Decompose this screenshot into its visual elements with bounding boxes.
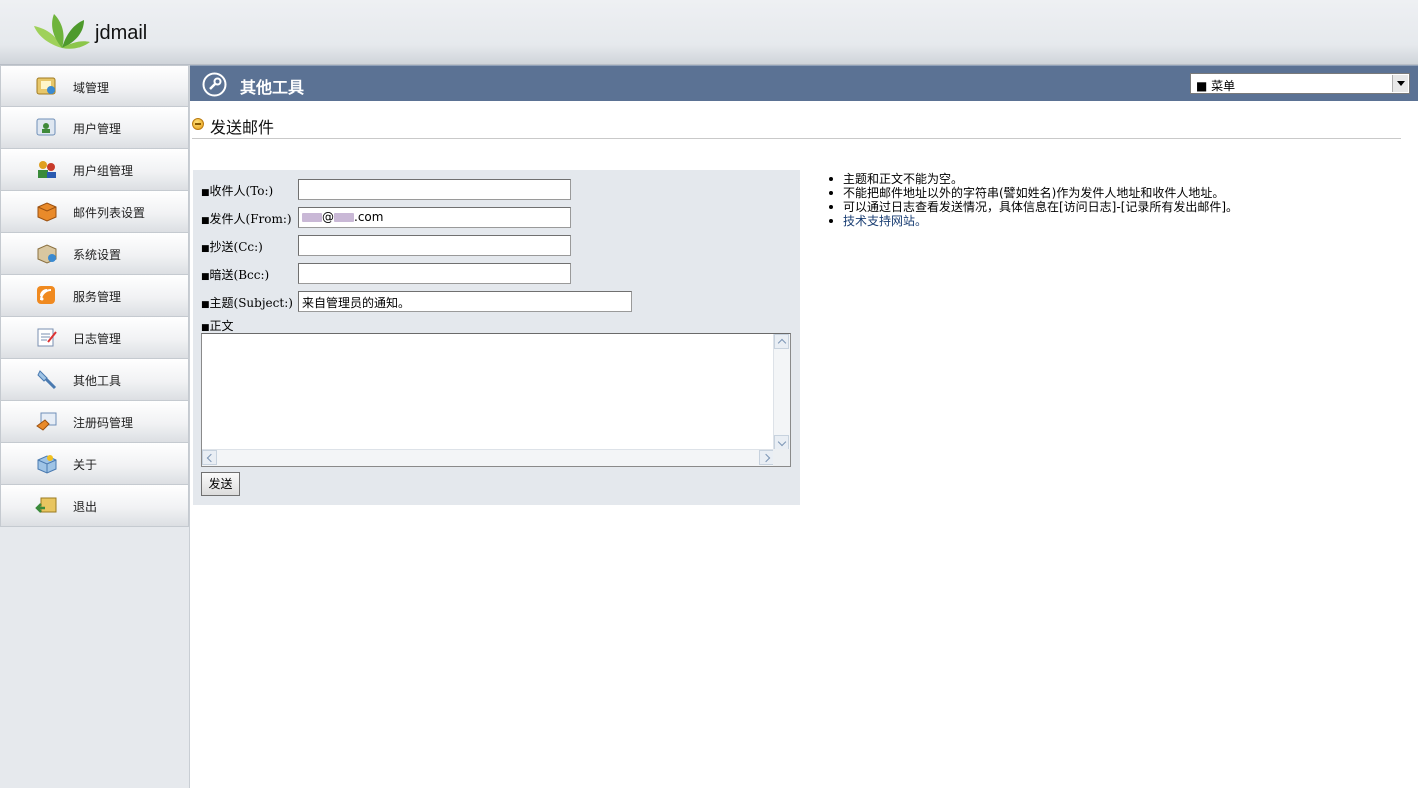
list-item: 主题和正文不能为空。 — [829, 172, 1253, 186]
page-title: 其他工具 — [240, 78, 305, 97]
sidebar-item-log[interactable]: 日志管理 — [0, 317, 189, 359]
cc-label: ■抄送(Cc:) — [201, 240, 263, 254]
body-label: ■正文 — [201, 319, 234, 333]
leaf-logo-icon — [34, 14, 90, 49]
sidebar: 域管理 用户管理 用户组管理 邮件列表设置 系统设置 服务管理 日志管理 其他工… — [0, 65, 190, 788]
scroll-down-icon[interactable] — [774, 435, 789, 450]
sidebar-item-users[interactable]: 用户管理 — [0, 107, 189, 149]
tools-icon — [37, 370, 57, 390]
to-label: ■收件人(To:) — [201, 184, 274, 198]
sidebar-item-domain[interactable]: 域管理 — [0, 65, 189, 107]
sidebar-item-about[interactable]: 关于 — [0, 443, 189, 485]
bcc-input[interactable] — [298, 263, 571, 284]
app-header: jdmail — [0, 0, 1418, 65]
vertical-scrollbar[interactable] — [773, 334, 790, 450]
list-item: 不能把邮件地址以外的字符串(譬如姓名)作为发件人地址和收件人地址。 — [829, 186, 1253, 200]
wrench-icon — [202, 72, 227, 97]
service-icon — [37, 286, 55, 304]
menu-select[interactable]: ■ 菜单 — [1190, 73, 1410, 94]
logout-icon — [35, 497, 57, 513]
scroll-up-icon[interactable] — [774, 334, 789, 349]
sidebar-item-mailing-list[interactable]: 邮件列表设置 — [0, 191, 189, 233]
from-input[interactable]: @ .com — [298, 207, 571, 228]
users-icon — [36, 118, 56, 136]
sidebar-item-license[interactable]: 注册码管理 — [0, 401, 189, 443]
content-titlebar: 其他工具 ■ 菜单 — [190, 65, 1418, 101]
cc-input[interactable] — [298, 235, 571, 256]
log-icon — [37, 328, 57, 347]
logo-text: jdmail — [95, 22, 148, 44]
sidebar-item-user-group[interactable]: 用户组管理 — [0, 149, 189, 191]
scroll-right-icon[interactable] — [759, 450, 774, 465]
subject-input[interactable]: 来自管理员的通知。 — [298, 291, 632, 312]
scroll-corner — [773, 449, 790, 466]
notes-list: 主题和正文不能为空。 不能把邮件地址以外的字符串(譬如姓名)作为发件人地址和收件… — [829, 172, 1253, 228]
support-site-link[interactable]: 技术支持网站。 — [843, 214, 927, 228]
horizontal-scrollbar[interactable] — [202, 449, 774, 466]
system-settings-icon — [37, 244, 57, 264]
license-icon — [36, 412, 57, 431]
redacted-text — [302, 213, 322, 222]
bcc-label: ■暗送(Bcc:) — [201, 268, 270, 282]
mailing-list-icon — [37, 202, 57, 222]
send-button[interactable]: 发送 — [201, 472, 240, 496]
to-input[interactable] — [298, 179, 571, 200]
redacted-text — [334, 213, 354, 222]
send-mail-form: ■收件人(To:) ■发件人(From:) @ .com ■抄送(Cc:) ■暗送… — [193, 170, 800, 505]
from-label: ■发件人(From:) — [201, 212, 292, 226]
sidebar-item-logout[interactable]: 退出 — [0, 485, 189, 527]
sidebar-item-system-settings[interactable]: 系统设置 — [0, 233, 189, 275]
scroll-left-icon[interactable] — [202, 450, 217, 465]
about-icon — [37, 455, 57, 474]
domain-icon — [36, 77, 56, 95]
list-item: 技术支持网站。 — [829, 214, 1253, 228]
subject-label: ■主题(Subject:) — [201, 296, 293, 310]
section-divider — [192, 138, 1401, 139]
sidebar-item-tools[interactable]: 其他工具 — [0, 359, 189, 401]
section-bullet-icon — [192, 118, 204, 130]
chevron-down-icon[interactable] — [1392, 75, 1408, 92]
body-textarea[interactable] — [201, 333, 791, 467]
section-title: 发送邮件 — [210, 118, 275, 137]
list-item: 可以通过日志查看发送情况，具体信息在[访问日志]-[记录所有发出邮件]。 — [829, 200, 1243, 214]
user-group-icon — [38, 161, 56, 178]
sidebar-item-service[interactable]: 服务管理 — [0, 275, 189, 317]
